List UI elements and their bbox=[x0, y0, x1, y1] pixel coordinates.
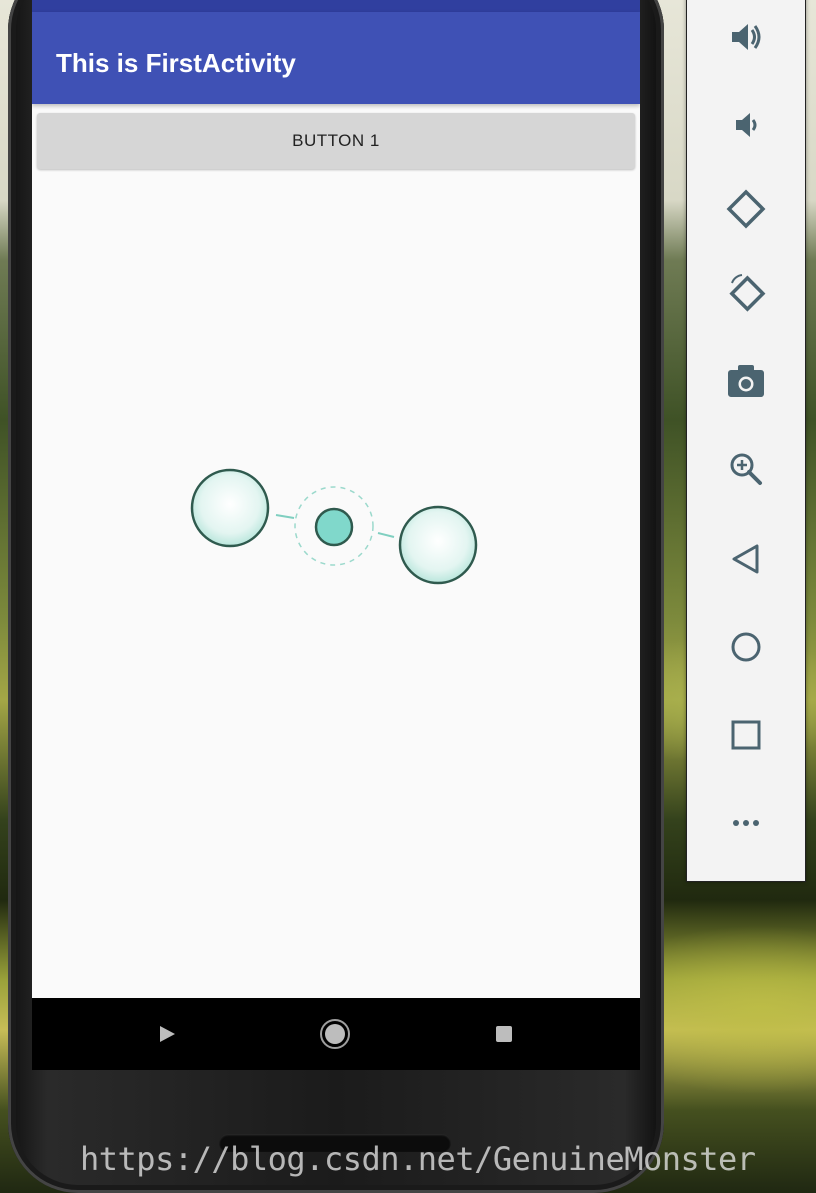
zoom-in-icon bbox=[730, 453, 762, 485]
navigation-bar bbox=[32, 998, 640, 1070]
back-icon bbox=[732, 544, 759, 574]
back-button[interactable] bbox=[687, 519, 805, 599]
volume-up-button[interactable] bbox=[687, 0, 805, 77]
screenshot-button[interactable] bbox=[687, 341, 805, 421]
zoom-button[interactable] bbox=[687, 429, 805, 509]
rotate-left-icon bbox=[726, 189, 766, 229]
camera-icon bbox=[728, 365, 764, 397]
volume-down-icon bbox=[736, 113, 757, 137]
loading-animation bbox=[190, 468, 478, 585]
phone-screen[interactable]: This is FirstActivity BUTTON 1 bbox=[32, 0, 640, 1070]
overview-button[interactable] bbox=[687, 695, 805, 775]
back-icon[interactable] bbox=[160, 1026, 175, 1042]
home-icon bbox=[731, 632, 761, 662]
overview-icon bbox=[731, 720, 761, 750]
volume-up-icon bbox=[732, 24, 761, 50]
home-icon[interactable] bbox=[320, 1019, 350, 1049]
page-title: This is FirstActivity bbox=[56, 48, 296, 78]
status-bar bbox=[32, 0, 640, 12]
connector-line bbox=[377, 532, 395, 538]
rotate-right-button[interactable] bbox=[687, 253, 805, 333]
rotate-right-icon bbox=[729, 274, 766, 312]
center-dot bbox=[314, 507, 354, 547]
rotate-left-button[interactable] bbox=[687, 169, 805, 249]
more-icon bbox=[733, 820, 759, 826]
emulator-toolbar bbox=[686, 0, 806, 882]
home-button[interactable] bbox=[687, 607, 805, 687]
bubble-right bbox=[398, 505, 478, 585]
overview-icon[interactable] bbox=[496, 1026, 512, 1042]
button-1[interactable]: BUTTON 1 bbox=[37, 113, 635, 169]
watermark-text: https://blog.csdn.net/GenuineMonster bbox=[80, 1140, 756, 1178]
bubble-left bbox=[190, 468, 270, 548]
connector-line bbox=[275, 514, 295, 519]
volume-down-button[interactable] bbox=[687, 85, 805, 165]
more-button[interactable] bbox=[687, 783, 805, 863]
app-bar: This is FirstActivity bbox=[32, 12, 640, 104]
